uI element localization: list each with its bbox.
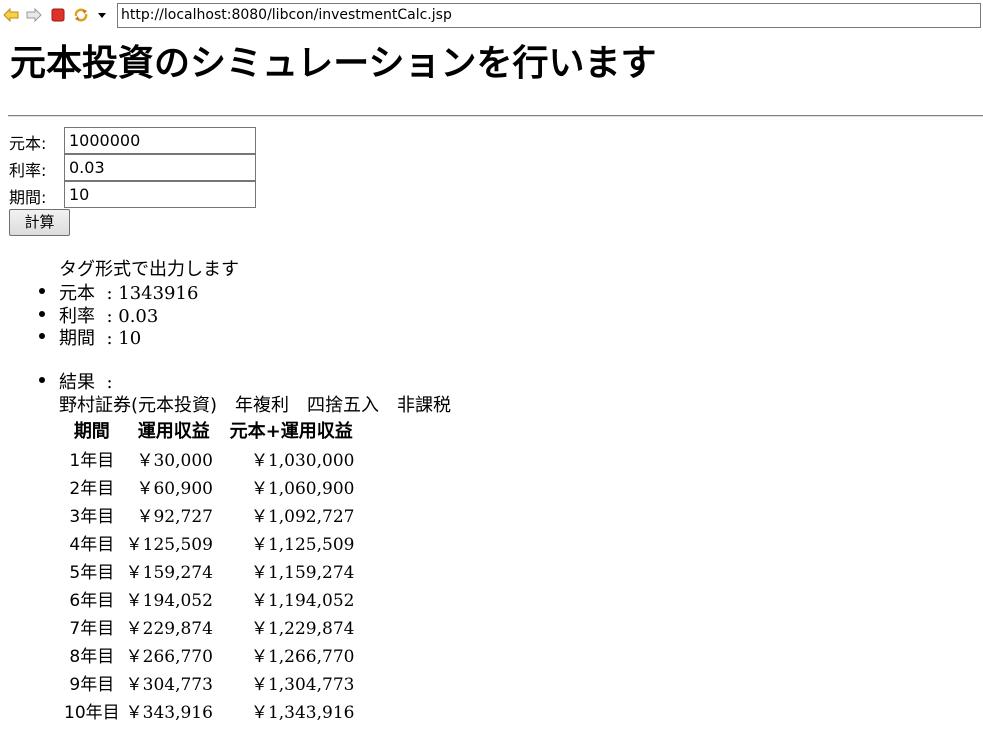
cell-year: 4年目: [69, 534, 115, 555]
table-row: 6年目 ￥194,052 ￥1,194,052: [61, 584, 357, 612]
principal-label: 元本:: [9, 134, 47, 153]
cell-gain: ￥60,900: [136, 478, 213, 499]
table-row: 8年目 ￥266,770 ￥1,266,770: [61, 640, 357, 668]
cell-year: 5年目: [69, 562, 115, 583]
cell-total: ￥1,092,727: [250, 506, 355, 527]
bullet-icon: [39, 311, 45, 317]
table-row: 2年目 ￥60,900 ￥1,060,900: [61, 472, 357, 500]
cell-total: ￥1,030,000: [250, 450, 355, 471]
result-description: 野村証券(元本投資) 年複利 四捨五入 非課税: [59, 395, 452, 416]
rate-input[interactable]: 0.03: [64, 154, 256, 181]
cell-gain: ￥159,274: [125, 562, 213, 583]
browser-toolbar: http://localhost:8080/libcon/investmentC…: [0, 0, 983, 32]
cell-year: 1年目: [69, 450, 115, 471]
bullet-icon: [39, 377, 45, 383]
cell-total: ￥1,159,274: [250, 562, 355, 583]
cell-year: 10年目: [64, 702, 120, 723]
horizontal-divider: [8, 115, 983, 117]
cell-total: ￥1,194,052: [250, 590, 355, 611]
table-header-row: 期間 運用収益 元本+運用収益: [61, 416, 357, 444]
rate-label: 利率:: [9, 161, 47, 180]
cell-year: 6年目: [69, 590, 115, 611]
forward-arrow-icon[interactable]: [26, 7, 42, 23]
bullet-icon: [39, 333, 45, 339]
table-row: 9年目 ￥304,773 ￥1,304,773: [61, 668, 357, 696]
stop-icon[interactable]: [50, 7, 66, 23]
table-row: 4年目 ￥125,509 ￥1,125,509: [61, 528, 357, 556]
cell-gain: ￥30,000: [136, 450, 213, 471]
page-title: 元本投資のシミュレーションを行います: [10, 43, 657, 84]
column-header-gain: 運用収益: [137, 421, 210, 442]
cell-total: ￥1,343,916: [250, 702, 355, 723]
cell-total: ￥1,229,874: [250, 618, 355, 639]
url-bar[interactable]: http://localhost:8080/libcon/investmentC…: [117, 3, 981, 28]
cell-gain: ￥125,509: [125, 534, 213, 555]
dropdown-arrow-icon[interactable]: [94, 7, 110, 23]
output-intro: タグ形式で出力します: [59, 259, 239, 280]
cell-year: 8年目: [69, 646, 115, 667]
cell-gain: ￥266,770: [125, 646, 213, 667]
cell-year: 7年目: [69, 618, 115, 639]
period-label: 期間:: [9, 188, 47, 207]
period-input[interactable]: 10: [64, 181, 256, 208]
result-label: 結果: [59, 372, 95, 393]
back-arrow-icon[interactable]: [3, 7, 19, 23]
table-row: 1年目 ￥30,000 ￥1,030,000: [61, 444, 357, 472]
table-row: 3年目 ￥92,727 ￥1,092,727: [61, 500, 357, 528]
cell-gain: ￥304,773: [125, 674, 213, 695]
calculate-button[interactable]: 計算: [9, 209, 70, 236]
column-header-period: 期間: [73, 421, 110, 442]
cell-gain: ￥229,874: [125, 618, 213, 639]
cell-total: ￥1,060,900: [250, 478, 355, 499]
item-value: : 10: [106, 328, 142, 349]
item-value: : 1343916: [106, 283, 199, 304]
bullet-icon: [39, 288, 45, 294]
column-header-total: 元本+運用収益: [229, 421, 353, 442]
principal-input[interactable]: 1000000: [64, 127, 256, 154]
table-row: 7年目 ￥229,874 ￥1,229,874: [61, 612, 357, 640]
cell-year: 2年目: [69, 478, 115, 499]
cell-gain: ￥343,916: [125, 702, 213, 723]
table-row: 5年目 ￥159,274 ￥1,159,274: [61, 556, 357, 584]
cell-total: ￥1,125,509: [250, 534, 355, 555]
cell-gain: ￥194,052: [125, 590, 213, 611]
refresh-icon[interactable]: [73, 7, 89, 23]
list-item-period: 期間 : 10: [59, 324, 141, 350]
result-colon: :: [106, 372, 113, 393]
cell-total: ￥1,266,770: [250, 646, 355, 667]
table-row: 10年目 ￥343,916 ￥1,343,916: [61, 696, 357, 724]
cell-gain: ￥92,727: [136, 506, 213, 527]
item-label: 元本: [59, 283, 95, 304]
cell-total: ￥1,304,773: [250, 674, 355, 695]
result-table: 期間 運用収益 元本+運用収益 1年目 ￥30,000 ￥1,030,000 2年目…: [61, 416, 357, 724]
cell-year: 3年目: [69, 506, 115, 527]
item-label: 期間: [59, 328, 95, 349]
cell-year: 9年目: [69, 674, 115, 695]
